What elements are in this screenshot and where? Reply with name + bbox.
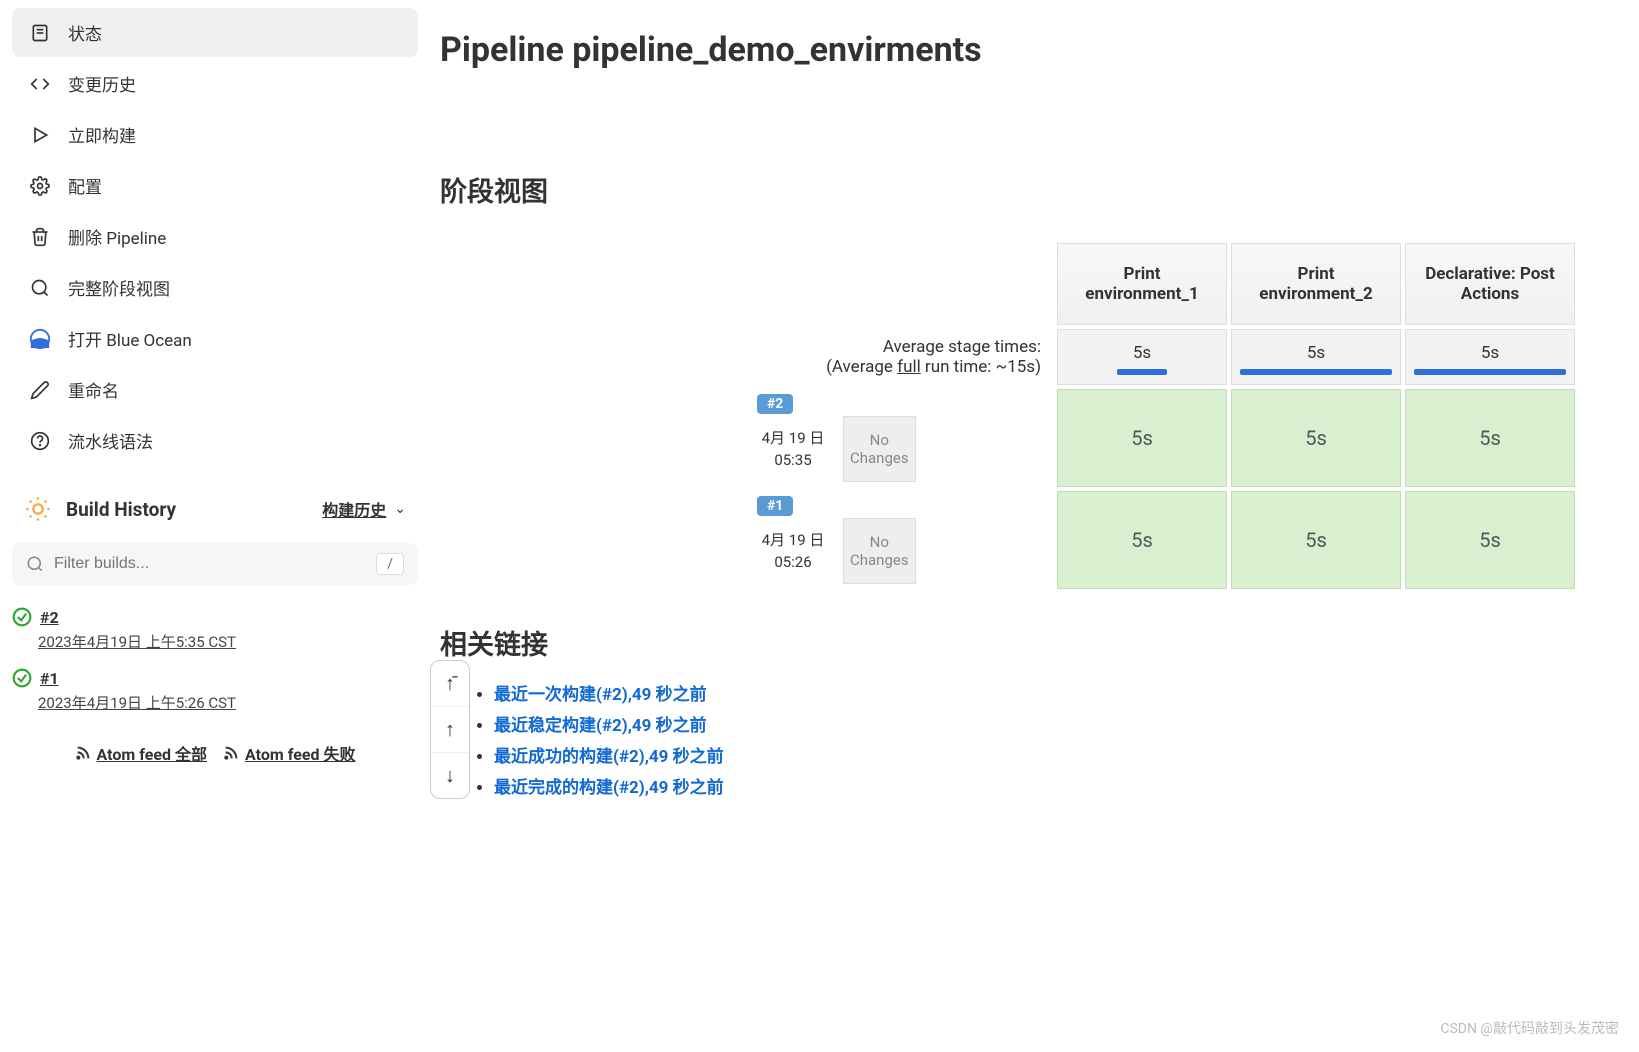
gear-icon xyxy=(28,174,52,198)
no-changes: No Changes xyxy=(843,518,916,584)
stage-run-row[interactable]: #2 4月 19 日05:35 No Changes 5s 5s 5s xyxy=(753,389,1575,487)
build-entry[interactable]: #1 2023年4月19日 上午5:26 CST xyxy=(12,662,418,723)
chevron-down-icon[interactable]: ⌄ xyxy=(394,501,406,517)
status-icon xyxy=(28,21,52,45)
build-date[interactable]: 2023年4月19日 上午5:26 CST xyxy=(38,692,418,713)
stage-view-title: 阶段视图 xyxy=(440,170,1609,209)
edit-icon xyxy=(28,378,52,402)
build-badge: #1 xyxy=(757,496,793,516)
nav-build-now[interactable]: 立即构建 xyxy=(12,110,418,159)
related-links-title: 相关链接 xyxy=(440,623,1609,662)
related-links-list: 最近一次构建(#2),49 秒之前 最近稳定构建(#2),49 秒之前 最近成功… xyxy=(440,680,1609,798)
stage-cell[interactable]: 5s xyxy=(1057,491,1227,589)
nav-changes[interactable]: 变更历史 xyxy=(12,59,418,108)
build-date[interactable]: 2023年4月19日 上午5:35 CST xyxy=(38,631,418,652)
filter-builds-input[interactable] xyxy=(54,555,376,573)
success-icon xyxy=(12,668,32,688)
scroll-down-button[interactable]: ↓ xyxy=(431,752,469,798)
changes-icon xyxy=(28,72,52,96)
related-link[interactable]: 最近成功的构建(#2),49 秒之前 xyxy=(494,747,724,767)
nav-label: 立即构建 xyxy=(68,122,136,147)
build-history-header[interactable]: Build History 构建历史 ⌄ xyxy=(12,481,418,537)
nav-label: 重命名 xyxy=(68,377,119,402)
success-icon xyxy=(12,607,32,627)
related-link[interactable]: 最近完成的构建(#2),49 秒之前 xyxy=(494,778,724,798)
avg-time-cell: 5s xyxy=(1057,329,1227,385)
nav-configure[interactable]: 配置 xyxy=(12,161,418,210)
stage-cell[interactable]: 5s xyxy=(1405,491,1575,589)
nav-delete[interactable]: 删除 Pipeline xyxy=(12,212,418,261)
nav-label: 变更历史 xyxy=(68,71,136,96)
atom-feed-fail-link[interactable]: Atom feed 失败 xyxy=(223,741,356,765)
build-badge: #2 xyxy=(757,394,793,414)
nav-full-stage-view[interactable]: 完整阶段视图 xyxy=(12,263,418,312)
nav-status[interactable]: 状态 xyxy=(12,8,418,57)
search-icon xyxy=(26,555,44,573)
build-number-link[interactable]: #1 xyxy=(40,669,59,688)
stage-cell[interactable]: 5s xyxy=(1231,491,1401,589)
search-icon xyxy=(28,276,52,300)
nav-pipeline-syntax[interactable]: 流水线语法 xyxy=(12,416,418,465)
nav-label: 流水线语法 xyxy=(68,428,153,453)
nav-label: 完整阶段视图 xyxy=(68,275,170,300)
avg-label-cell: Average stage times: (Average full run t… xyxy=(753,329,1053,385)
related-link[interactable]: 最近稳定构建(#2),49 秒之前 xyxy=(494,716,707,736)
stage-header: Declarative: Post Actions xyxy=(1405,243,1575,325)
page-title: Pipeline pipeline_demo_envirments xyxy=(440,30,1609,70)
nav-label: 删除 Pipeline xyxy=(68,224,166,249)
stage-cell[interactable]: 5s xyxy=(1231,389,1401,487)
stage-run-row[interactable]: #1 4月 19 日05:26 No Changes 5s 5s 5s xyxy=(753,491,1575,589)
trash-icon xyxy=(28,225,52,249)
avg-time-cell: 5s xyxy=(1231,329,1401,385)
related-link[interactable]: 最近一次构建(#2),49 秒之前 xyxy=(494,685,707,705)
filter-shortcut-key: / xyxy=(376,553,404,575)
nav-label: 配置 xyxy=(68,173,102,198)
build-history-subtitle: 构建历史 xyxy=(322,497,386,521)
sun-icon xyxy=(24,495,52,523)
nav-rename[interactable]: 重命名 xyxy=(12,365,418,414)
watermark: CSDN @敲代码敲到头发茂密 xyxy=(1440,1018,1619,1038)
nav-blue-ocean[interactable]: 打开 Blue Ocean xyxy=(12,314,418,363)
nav-label: 打开 Blue Ocean xyxy=(68,326,192,351)
scroll-up-button[interactable]: ↑ xyxy=(431,706,469,752)
stage-cell[interactable]: 5s xyxy=(1405,389,1575,487)
no-changes: No Changes xyxy=(843,416,916,482)
stage-header: Print environment_2 xyxy=(1231,243,1401,325)
stage-table: Print environment_1 Print environment_2 … xyxy=(749,239,1579,593)
build-datetime: 4月 19 日05:26 xyxy=(753,525,833,578)
stage-cell[interactable]: 5s xyxy=(1057,389,1227,487)
avg-time-cell: 5s xyxy=(1405,329,1575,385)
sidebar: 状态 变更历史 立即构建 配置 删除 Pipeline 完整阶段视图 打开 Bl… xyxy=(0,0,430,1052)
build-number-link[interactable]: #2 xyxy=(40,608,59,627)
nav-label: 状态 xyxy=(68,20,102,45)
help-icon xyxy=(28,429,52,453)
build-datetime: 4月 19 日05:35 xyxy=(753,423,833,476)
build-history-title: Build History xyxy=(66,498,322,521)
scroll-arrows: ↑̄ ↑ ↓ xyxy=(430,660,470,799)
play-icon xyxy=(28,123,52,147)
rss-icon xyxy=(75,745,91,761)
rss-icon xyxy=(223,745,239,761)
build-entry[interactable]: #2 2023年4月19日 上午5:35 CST xyxy=(12,601,418,662)
filter-builds-box[interactable]: / xyxy=(12,543,418,585)
blueocean-icon xyxy=(28,327,52,351)
atom-feed-all-link[interactable]: Atom feed 全部 xyxy=(75,741,208,765)
main-content: Pipeline pipeline_demo_envirments 阶段视图 P… xyxy=(430,0,1639,1052)
feed-row: Atom feed 全部 Atom feed 失败 xyxy=(12,741,418,765)
scroll-top-button[interactable]: ↑̄ xyxy=(431,661,469,706)
stage-header: Print environment_1 xyxy=(1057,243,1227,325)
